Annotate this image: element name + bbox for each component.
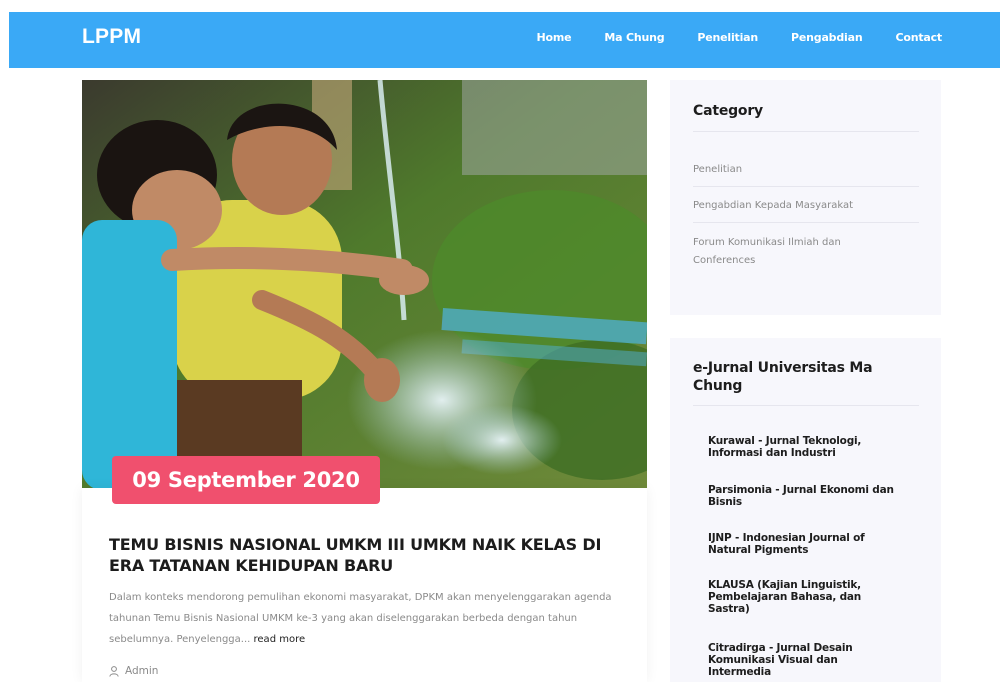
journal-item-parsimonia[interactable]: Parsimonia - Jurnal Ekonomi dan Bisnis bbox=[708, 484, 923, 508]
divider bbox=[693, 186, 919, 187]
journal-widget-title: e-Jurnal Universitas Ma Chung bbox=[693, 360, 873, 394]
children-water-photo-icon bbox=[82, 80, 647, 488]
category-widget: Category Penelitian Pengabdian Kepada Ma… bbox=[670, 80, 941, 315]
journal-item-citradirga[interactable]: Citradirga - Jurnal Desain Komunikasi Vi… bbox=[708, 642, 888, 678]
nav-penelitian[interactable]: Penelitian bbox=[697, 31, 758, 44]
category-item-pengabdian[interactable]: Pengabdian Kepada Masyarakat bbox=[693, 197, 903, 215]
category-item-penelitian[interactable]: Penelitian bbox=[693, 161, 903, 179]
divider bbox=[693, 405, 919, 406]
nav-home[interactable]: Home bbox=[536, 31, 571, 44]
post-excerpt: Dalam konteks mendorong pemulihan ekonom… bbox=[109, 587, 629, 650]
post-date-badge: 09 September 2020 bbox=[112, 456, 380, 504]
read-more-link[interactable]: read more bbox=[254, 634, 306, 645]
category-item-forum[interactable]: Forum Komunikasi Ilmiah dan Conferences bbox=[693, 234, 873, 270]
nav-pengabdian[interactable]: Pengabdian bbox=[791, 31, 863, 44]
journal-item-ijnp[interactable]: IJNP - Indonesian Journal of Natural Pig… bbox=[708, 532, 893, 556]
journal-widget: e-Jurnal Universitas Ma Chung Kurawal - … bbox=[670, 338, 941, 682]
post-title[interactable]: TEMU BISNIS NASIONAL UMKM III UMKM NAIK … bbox=[109, 534, 634, 576]
nav-contact[interactable]: Contact bbox=[895, 31, 942, 44]
post-featured-image[interactable] bbox=[82, 80, 647, 488]
nav-menu: Home Ma Chung Penelitian Pengabdian Cont… bbox=[503, 31, 942, 44]
nav-ma-chung[interactable]: Ma Chung bbox=[604, 31, 664, 44]
category-widget-title: Category bbox=[693, 103, 763, 119]
post-meta: Admin bbox=[109, 665, 158, 677]
top-navbar: LPPM Home Ma Chung Penelitian Pengabdian… bbox=[9, 12, 1000, 68]
user-icon bbox=[109, 665, 119, 677]
post-card bbox=[82, 488, 647, 682]
divider bbox=[693, 131, 919, 132]
journal-item-klausa[interactable]: KLAUSA (Kajian Linguistik, Pembelajaran … bbox=[708, 579, 888, 615]
post-excerpt-text: Dalam konteks mendorong pemulihan ekonom… bbox=[109, 592, 612, 645]
site-logo[interactable]: LPPM bbox=[82, 25, 141, 49]
divider bbox=[693, 222, 919, 223]
post-author[interactable]: Admin bbox=[125, 665, 158, 677]
journal-item-kurawal[interactable]: Kurawal - Jurnal Teknologi, Informasi da… bbox=[708, 435, 893, 459]
